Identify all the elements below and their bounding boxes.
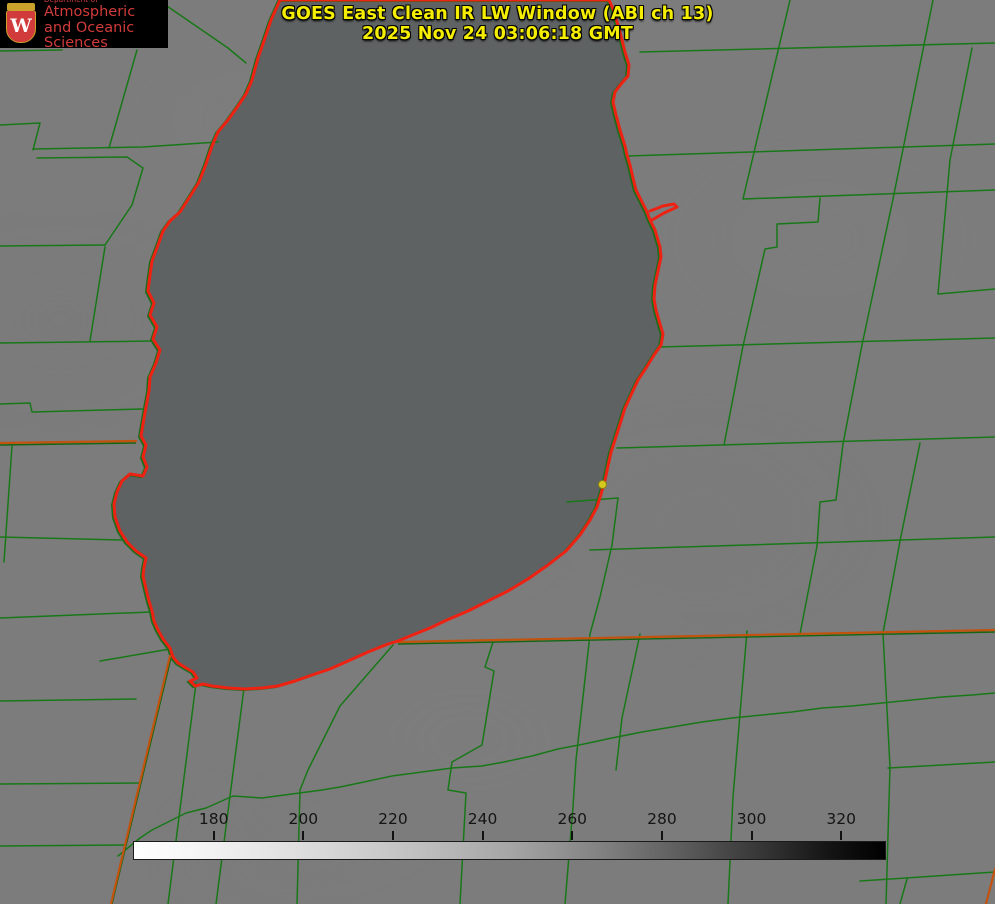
location-marker-dot xyxy=(597,479,607,489)
logo-line1: Atmospheric xyxy=(44,4,136,21)
goes-ir-viewer: W Department of Atmospheric and Oceanic … xyxy=(0,0,995,904)
logo-text: Department of Atmospheric and Oceanic Sc… xyxy=(44,0,164,51)
shoreline-spit-hook xyxy=(648,202,679,222)
crest-letter: W xyxy=(10,15,32,37)
uw-aos-logo[interactable]: W Department of Atmospheric and Oceanic … xyxy=(0,0,168,51)
state-border-il-in xyxy=(109,654,172,904)
state-border-mi-in xyxy=(396,628,995,644)
lake-michigan xyxy=(111,0,663,691)
logo-line2: and Oceanic Sciences xyxy=(44,19,135,51)
uw-crest-icon: W xyxy=(4,3,38,45)
satellite-map[interactable] xyxy=(0,0,995,904)
lake-fill xyxy=(114,0,663,689)
